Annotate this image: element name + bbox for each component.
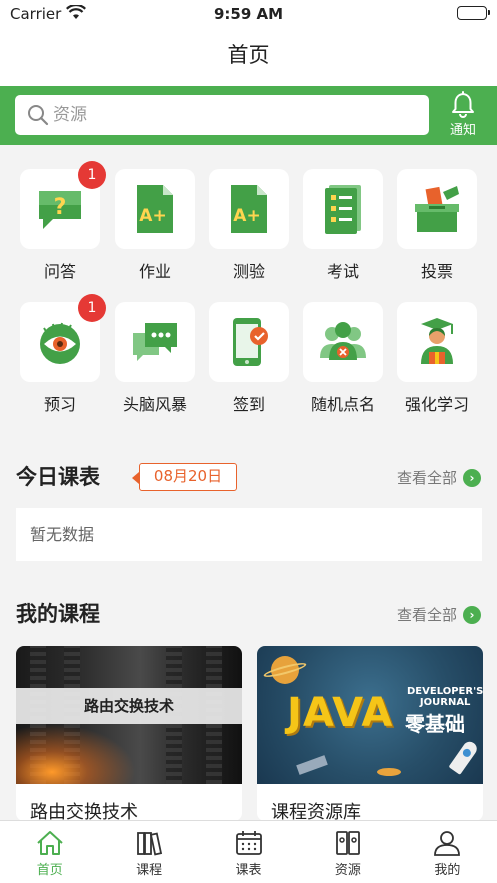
brainstorm-chat-icon	[133, 323, 177, 361]
tab-label: 资源	[334, 863, 361, 878]
question-chat-icon: ?	[39, 191, 81, 229]
feature-label: 随机点名	[310, 395, 375, 414]
courses-see-all-link[interactable]: 查看全部 ›	[397, 604, 481, 625]
resources-icon	[336, 831, 360, 855]
notify-label: 通知	[449, 123, 476, 138]
today-empty-state: 暂无数据	[16, 508, 482, 561]
tab-bar: 首页 课程 课表 资源 我的	[0, 820, 497, 883]
status-bar: Carrier 9:59 AM	[0, 0, 497, 28]
tab-home[interactable]: 首页	[0, 821, 99, 883]
course-title: 课程资源库	[271, 802, 361, 821]
tab-mine[interactable]: 我的	[398, 821, 497, 883]
badge-count: 1	[78, 161, 106, 189]
course-card[interactable]: 路由交换技术 路由交换技术	[16, 646, 242, 821]
feature-label: 预习	[43, 395, 76, 414]
tab-label: 我的	[434, 863, 461, 878]
feature-label: 强化学习	[404, 395, 469, 414]
feature-exam[interactable]: 考试	[303, 169, 383, 282]
feature-brainstorm[interactable]: 头脑风暴	[115, 302, 195, 415]
cover-zh-label: 零基础	[405, 712, 465, 736]
feature-preview[interactable]: 1 预习	[20, 294, 106, 415]
search-bar: 通知	[0, 86, 497, 145]
course-cover-image: 路由交换技术	[16, 646, 242, 784]
graduate-icon	[421, 318, 453, 364]
course-cover-image: JAVA DEVELOPER'S JOURNAL 零基础	[257, 646, 483, 784]
feature-label: 测验	[232, 262, 265, 281]
svg-text:A+: A+	[139, 206, 166, 226]
my-courses-title: 我的课程	[16, 602, 100, 626]
cover-title: JAVA	[287, 690, 394, 736]
exam-checklist-icon	[325, 185, 361, 234]
bell-icon	[452, 91, 474, 118]
home-icon	[37, 831, 63, 855]
date-tag: 08月20日	[132, 463, 237, 491]
svg-text:A+: A+	[233, 206, 260, 226]
feature-label: 签到	[232, 395, 265, 414]
tab-resources[interactable]: 资源	[298, 821, 397, 883]
rocket-icon	[448, 739, 480, 775]
tab-label: 课表	[235, 863, 262, 878]
feature-vote[interactable]: 投票	[397, 169, 477, 282]
see-all-label: 查看全部	[396, 606, 457, 624]
chevron-right-icon: ›	[463, 605, 481, 624]
feature-random-rollcall[interactable]: 随机点名	[303, 302, 383, 415]
quiz-doc-icon: A+	[231, 185, 267, 233]
feature-homework[interactable]: A+ 作业	[115, 169, 195, 282]
homework-doc-icon: A+	[137, 185, 173, 233]
calendar-icon	[235, 831, 262, 855]
cover-subtitle: DEVELOPER'S JOURNAL	[407, 686, 483, 708]
search-box[interactable]	[15, 95, 429, 135]
feature-label: 考试	[326, 262, 359, 281]
search-icon	[27, 104, 49, 130]
chevron-right-icon: ›	[463, 468, 481, 487]
tab-label: 首页	[36, 863, 63, 878]
today-see-all-link[interactable]: 查看全部 ›	[397, 467, 481, 488]
ballot-box-icon	[415, 186, 459, 232]
tab-courses[interactable]: 课程	[99, 821, 198, 883]
random-rollcall-icon	[320, 322, 366, 360]
course-cover-caption: 路由交换技术	[16, 688, 242, 724]
eye-icon	[40, 322, 80, 364]
feature-label: 头脑风暴	[122, 395, 187, 414]
svg-text:?: ?	[54, 195, 67, 220]
course-card[interactable]: JAVA DEVELOPER'S JOURNAL 零基础 课程资源库	[257, 646, 483, 821]
search-input[interactable]	[53, 95, 413, 135]
notify-button[interactable]: 通知	[443, 90, 483, 138]
tab-schedule[interactable]: 课表	[199, 821, 298, 883]
course-title: 路由交换技术	[30, 802, 138, 821]
feature-intensive-learning[interactable]: 强化学习	[397, 302, 477, 415]
battery-icon	[457, 6, 490, 20]
feature-checkin[interactable]: 签到	[209, 302, 289, 415]
feature-label: 投票	[420, 262, 453, 281]
tab-label: 课程	[136, 863, 163, 878]
today-schedule-title: 今日课表	[16, 465, 100, 489]
feature-quiz[interactable]: A+ 测验	[209, 169, 289, 282]
see-all-label: 查看全部	[396, 469, 457, 487]
feature-label: 问答	[43, 262, 76, 281]
page-title: 首页	[0, 28, 497, 86]
feature-qa[interactable]: ? 1 问答	[20, 161, 106, 282]
phone-checkin-icon	[233, 318, 268, 366]
books-icon	[137, 832, 163, 856]
clock: 9:59 AM	[213, 5, 284, 23]
user-icon	[434, 831, 461, 856]
badge-count: 1	[78, 294, 106, 322]
feature-label: 作业	[138, 262, 171, 281]
